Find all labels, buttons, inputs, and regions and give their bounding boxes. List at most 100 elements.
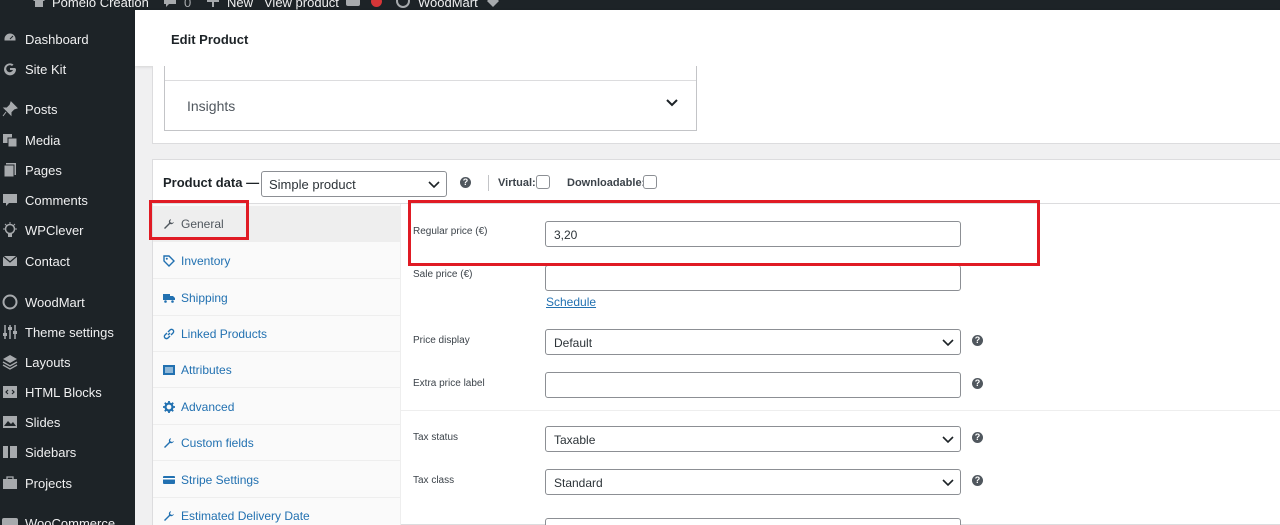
sidebar-item-projects[interactable]: Projects — [0, 471, 135, 495]
sidebar-item-label: WPClever — [25, 222, 84, 238]
admin-sidebar: Dashboard Site Kit Posts Media Pages Com… — [0, 10, 135, 525]
tax-status-select[interactable]: Taxable — [545, 426, 961, 452]
tab-label: Attributes — [181, 362, 232, 377]
extra-price-label-input[interactable] — [545, 372, 961, 398]
view-product-link[interactable]: View product — [264, 0, 339, 10]
sidebar-item-label: Theme settings — [25, 324, 114, 340]
sidebar-item-label: Posts — [25, 101, 58, 117]
thumbs-icon[interactable] — [345, 0, 361, 8]
divider — [165, 80, 696, 81]
sidebar-item-label: Slides — [25, 414, 61, 430]
sidebar-item-label: Comments — [25, 192, 88, 208]
woodmart-icon — [2, 294, 18, 310]
mail-icon — [2, 253, 18, 269]
sidebar-item-label: WoodMart — [25, 294, 85, 310]
new-link[interactable]: New — [227, 0, 253, 10]
sidebar-item-slides[interactable]: Slides — [0, 410, 135, 434]
price-display-label: Price display — [413, 335, 470, 346]
sidebar-item-woodmart[interactable]: WoodMart — [0, 290, 135, 314]
product-data-title: Product data — — [163, 175, 260, 190]
sidebar-item-label: Dashboard — [25, 31, 89, 47]
wrench-icon — [163, 437, 175, 449]
extra-price-label: Extra price label — [413, 378, 485, 389]
annotation-box-regular-price — [408, 200, 1040, 266]
bulb-icon — [2, 222, 18, 238]
help-icon[interactable]: ? — [460, 177, 471, 188]
tab-custom-fields[interactable]: Custom fields — [153, 425, 401, 461]
tab-inventory[interactable]: Inventory — [153, 243, 401, 279]
tab-label: Advanced — [181, 399, 235, 414]
sidebar-item-pages[interactable]: Pages — [0, 158, 135, 182]
tab-label: Custom fields — [181, 435, 254, 450]
sidebar-item-layouts[interactable]: Layouts — [0, 350, 135, 374]
sidebar-item-sidebars[interactable]: Sidebars — [0, 440, 135, 464]
pin-icon — [2, 101, 18, 117]
product-type-select[interactable]: Simple product — [261, 171, 447, 197]
tab-label: Inventory — [181, 253, 231, 268]
woodmart-link[interactable]: WoodMart — [418, 0, 478, 10]
price-display-select[interactable]: Default — [545, 329, 961, 355]
tab-stripe-settings[interactable]: Stripe Settings — [153, 462, 401, 498]
tag-icon — [163, 254, 175, 267]
comment-icon[interactable] — [163, 0, 177, 8]
chevron-down-icon[interactable] — [665, 96, 679, 110]
sidebar-item-wpclever[interactable]: WPClever — [0, 218, 135, 242]
woodmart-logo-icon[interactable] — [396, 0, 410, 8]
chevron-down-icon — [428, 181, 440, 189]
help-icon[interactable]: ? — [972, 378, 983, 389]
list-icon — [163, 364, 175, 376]
code-icon — [2, 384, 18, 400]
link-icon — [163, 328, 175, 340]
tab-estimated-delivery-date[interactable]: Estimated Delivery Date — [153, 498, 401, 525]
site-name-link[interactable]: Pomelo Creation — [52, 0, 149, 10]
annotation-box-general-tab — [149, 200, 249, 240]
sidebar-item-label: Contact — [25, 253, 70, 269]
sidebar-item-site-kit[interactable]: Site Kit — [0, 57, 135, 81]
sidebar-item-html-blocks[interactable]: HTML Blocks — [0, 380, 135, 404]
sidebar-item-label: HTML Blocks — [25, 384, 102, 400]
tab-shipping[interactable]: Shipping — [153, 280, 401, 316]
sidebar-item-theme-settings[interactable]: Theme settings — [0, 320, 135, 344]
tax-class-value: Standard — [554, 476, 603, 490]
downloadable-checkbox[interactable] — [643, 175, 657, 189]
diamond-icon[interactable] — [486, 0, 500, 8]
sidebar-item-comments[interactable]: Comments — [0, 188, 135, 212]
sidebar-item-woocommerce[interactable]: WooCommerce — [0, 511, 135, 525]
tab-advanced[interactable]: Advanced — [153, 389, 401, 425]
tax-class-select[interactable]: Standard — [545, 469, 961, 495]
home-icon[interactable] — [32, 0, 46, 8]
schedule-link[interactable]: Schedule — [546, 295, 596, 309]
insights-label: Insights — [187, 98, 236, 114]
slides-icon — [2, 414, 18, 430]
sidebar-item-label: Sidebars — [25, 444, 77, 460]
tab-linked-products[interactable]: Linked Products — [153, 316, 401, 352]
google-g-icon — [2, 61, 18, 77]
admin-bar: Pomelo Creation 0 New View product WoodM… — [0, 0, 1280, 10]
layers-icon — [2, 354, 18, 370]
sidebar-item-label: Media — [25, 132, 61, 148]
sidebar-item-label: Site Kit — [25, 61, 67, 77]
divider — [488, 175, 489, 191]
help-icon[interactable]: ? — [972, 335, 983, 346]
sliders-icon — [2, 324, 18, 340]
media-icon — [2, 132, 18, 148]
insights-accordion[interactable]: Insights — [164, 66, 697, 131]
tab-attributes[interactable]: Attributes — [153, 352, 401, 388]
help-icon[interactable]: ? — [972, 432, 983, 443]
sidebar-item-contact[interactable]: Contact — [0, 249, 135, 273]
plus-icon[interactable] — [206, 0, 220, 8]
sidebar-item-media[interactable]: Media — [0, 128, 135, 152]
page-title: Edit Product — [171, 32, 249, 47]
comments-count[interactable]: 0 — [184, 0, 191, 10]
dashboard-icon — [2, 31, 18, 47]
sale-price-input[interactable] — [545, 265, 961, 291]
virtual-checkbox[interactable] — [536, 175, 550, 189]
help-icon[interactable]: ? — [972, 475, 983, 486]
sidebar-item-posts[interactable]: Posts — [0, 97, 135, 121]
virtual-label: Virtual: — [498, 177, 536, 189]
sidebar-item-dashboard[interactable]: Dashboard — [0, 27, 135, 51]
divider — [401, 410, 1280, 411]
tab-label: Shipping — [181, 290, 228, 305]
comment-icon — [2, 192, 18, 208]
next-field-input[interactable] — [545, 518, 961, 525]
